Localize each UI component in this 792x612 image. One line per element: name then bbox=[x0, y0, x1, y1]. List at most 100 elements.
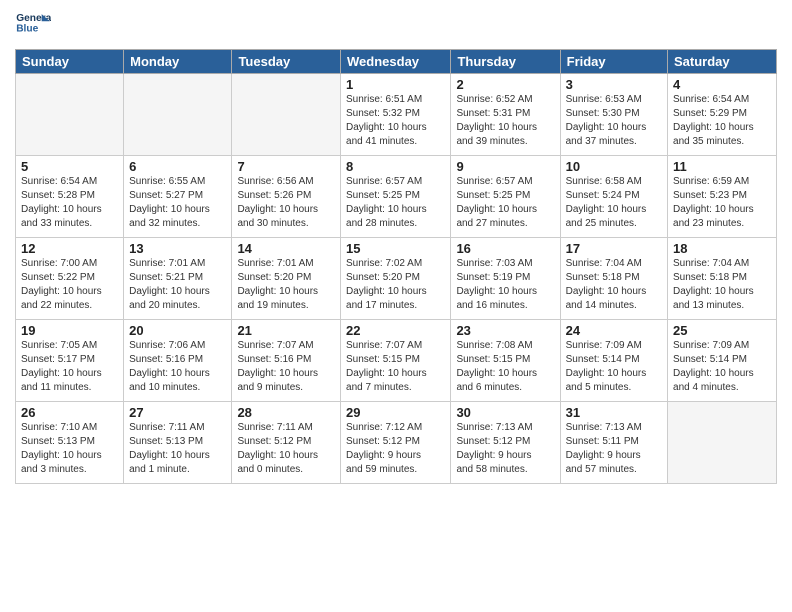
day-info: Sunrise: 7:07 AM Sunset: 5:15 PM Dayligh… bbox=[346, 339, 445, 395]
day-number: 29 bbox=[346, 405, 445, 420]
day-info: Sunrise: 6:57 AM Sunset: 5:25 PM Dayligh… bbox=[346, 175, 445, 231]
day-info: Sunrise: 7:07 AM Sunset: 5:16 PM Dayligh… bbox=[237, 339, 335, 395]
day-info: Sunrise: 6:54 AM Sunset: 5:28 PM Dayligh… bbox=[21, 175, 118, 231]
weekday-header-tuesday: Tuesday bbox=[232, 50, 341, 74]
day-info: Sunrise: 6:56 AM Sunset: 5:26 PM Dayligh… bbox=[237, 175, 335, 231]
week-row-1: 1Sunrise: 6:51 AM Sunset: 5:32 PM Daylig… bbox=[16, 74, 777, 156]
day-info: Sunrise: 6:55 AM Sunset: 5:27 PM Dayligh… bbox=[129, 175, 226, 231]
day-info: Sunrise: 6:59 AM Sunset: 5:23 PM Dayligh… bbox=[673, 175, 771, 231]
day-info: Sunrise: 7:13 AM Sunset: 5:11 PM Dayligh… bbox=[566, 421, 662, 477]
day-number: 3 bbox=[566, 77, 662, 92]
calendar-cell: 1Sunrise: 6:51 AM Sunset: 5:32 PM Daylig… bbox=[341, 74, 451, 156]
day-info: Sunrise: 7:08 AM Sunset: 5:15 PM Dayligh… bbox=[456, 339, 554, 395]
day-info: Sunrise: 6:51 AM Sunset: 5:32 PM Dayligh… bbox=[346, 93, 445, 149]
svg-text:Blue: Blue bbox=[16, 23, 38, 34]
calendar-cell: 25Sunrise: 7:09 AM Sunset: 5:14 PM Dayli… bbox=[668, 320, 777, 402]
day-info: Sunrise: 6:58 AM Sunset: 5:24 PM Dayligh… bbox=[566, 175, 662, 231]
day-number: 9 bbox=[456, 159, 554, 174]
day-info: Sunrise: 7:03 AM Sunset: 5:19 PM Dayligh… bbox=[456, 257, 554, 313]
day-number: 18 bbox=[673, 241, 771, 256]
day-info: Sunrise: 6:52 AM Sunset: 5:31 PM Dayligh… bbox=[456, 93, 554, 149]
logo-icon: General Blue bbox=[15, 10, 51, 38]
day-info: Sunrise: 7:10 AM Sunset: 5:13 PM Dayligh… bbox=[21, 421, 118, 477]
calendar-cell bbox=[668, 402, 777, 484]
calendar-cell: 7Sunrise: 6:56 AM Sunset: 5:26 PM Daylig… bbox=[232, 156, 341, 238]
calendar-cell: 5Sunrise: 6:54 AM Sunset: 5:28 PM Daylig… bbox=[16, 156, 124, 238]
day-number: 4 bbox=[673, 77, 771, 92]
calendar-cell: 19Sunrise: 7:05 AM Sunset: 5:17 PM Dayli… bbox=[16, 320, 124, 402]
day-number: 11 bbox=[673, 159, 771, 174]
calendar-cell: 8Sunrise: 6:57 AM Sunset: 5:25 PM Daylig… bbox=[341, 156, 451, 238]
day-number: 10 bbox=[566, 159, 662, 174]
day-number: 27 bbox=[129, 405, 226, 420]
day-info: Sunrise: 6:53 AM Sunset: 5:30 PM Dayligh… bbox=[566, 93, 662, 149]
calendar-cell: 9Sunrise: 6:57 AM Sunset: 5:25 PM Daylig… bbox=[451, 156, 560, 238]
calendar-cell bbox=[124, 74, 232, 156]
day-info: Sunrise: 7:04 AM Sunset: 5:18 PM Dayligh… bbox=[566, 257, 662, 313]
calendar-cell: 3Sunrise: 6:53 AM Sunset: 5:30 PM Daylig… bbox=[560, 74, 667, 156]
calendar-cell: 6Sunrise: 6:55 AM Sunset: 5:27 PM Daylig… bbox=[124, 156, 232, 238]
day-info: Sunrise: 7:06 AM Sunset: 5:16 PM Dayligh… bbox=[129, 339, 226, 395]
calendar-cell: 28Sunrise: 7:11 AM Sunset: 5:12 PM Dayli… bbox=[232, 402, 341, 484]
weekday-header-monday: Monday bbox=[124, 50, 232, 74]
calendar-table: SundayMondayTuesdayWednesdayThursdayFrid… bbox=[15, 49, 777, 484]
calendar-cell: 10Sunrise: 6:58 AM Sunset: 5:24 PM Dayli… bbox=[560, 156, 667, 238]
weekday-header-saturday: Saturday bbox=[668, 50, 777, 74]
day-info: Sunrise: 7:12 AM Sunset: 5:12 PM Dayligh… bbox=[346, 421, 445, 477]
day-number: 12 bbox=[21, 241, 118, 256]
day-number: 13 bbox=[129, 241, 226, 256]
day-number: 2 bbox=[456, 77, 554, 92]
calendar-cell: 16Sunrise: 7:03 AM Sunset: 5:19 PM Dayli… bbox=[451, 238, 560, 320]
logo-text: General Blue bbox=[15, 10, 51, 43]
day-number: 22 bbox=[346, 323, 445, 338]
weekday-header-wednesday: Wednesday bbox=[341, 50, 451, 74]
logo: General Blue bbox=[15, 10, 51, 43]
weekday-header-sunday: Sunday bbox=[16, 50, 124, 74]
day-number: 21 bbox=[237, 323, 335, 338]
day-number: 31 bbox=[566, 405, 662, 420]
day-number: 19 bbox=[21, 323, 118, 338]
calendar-cell: 14Sunrise: 7:01 AM Sunset: 5:20 PM Dayli… bbox=[232, 238, 341, 320]
day-number: 25 bbox=[673, 323, 771, 338]
day-number: 24 bbox=[566, 323, 662, 338]
header: General Blue bbox=[15, 10, 777, 43]
day-info: Sunrise: 7:11 AM Sunset: 5:13 PM Dayligh… bbox=[129, 421, 226, 477]
weekday-header-thursday: Thursday bbox=[451, 50, 560, 74]
day-number: 28 bbox=[237, 405, 335, 420]
calendar-cell bbox=[16, 74, 124, 156]
day-info: Sunrise: 7:09 AM Sunset: 5:14 PM Dayligh… bbox=[673, 339, 771, 395]
day-number: 8 bbox=[346, 159, 445, 174]
day-info: Sunrise: 7:01 AM Sunset: 5:20 PM Dayligh… bbox=[237, 257, 335, 313]
calendar-cell: 20Sunrise: 7:06 AM Sunset: 5:16 PM Dayli… bbox=[124, 320, 232, 402]
calendar-cell: 17Sunrise: 7:04 AM Sunset: 5:18 PM Dayli… bbox=[560, 238, 667, 320]
calendar-cell: 24Sunrise: 7:09 AM Sunset: 5:14 PM Dayli… bbox=[560, 320, 667, 402]
week-row-4: 19Sunrise: 7:05 AM Sunset: 5:17 PM Dayli… bbox=[16, 320, 777, 402]
day-number: 23 bbox=[456, 323, 554, 338]
calendar-cell: 11Sunrise: 6:59 AM Sunset: 5:23 PM Dayli… bbox=[668, 156, 777, 238]
calendar-cell: 22Sunrise: 7:07 AM Sunset: 5:15 PM Dayli… bbox=[341, 320, 451, 402]
day-number: 30 bbox=[456, 405, 554, 420]
day-number: 15 bbox=[346, 241, 445, 256]
day-info: Sunrise: 7:04 AM Sunset: 5:18 PM Dayligh… bbox=[673, 257, 771, 313]
weekday-header-row: SundayMondayTuesdayWednesdayThursdayFrid… bbox=[16, 50, 777, 74]
day-info: Sunrise: 7:11 AM Sunset: 5:12 PM Dayligh… bbox=[237, 421, 335, 477]
day-number: 16 bbox=[456, 241, 554, 256]
day-info: Sunrise: 7:13 AM Sunset: 5:12 PM Dayligh… bbox=[456, 421, 554, 477]
calendar-cell: 12Sunrise: 7:00 AM Sunset: 5:22 PM Dayli… bbox=[16, 238, 124, 320]
day-number: 17 bbox=[566, 241, 662, 256]
calendar-cell: 23Sunrise: 7:08 AM Sunset: 5:15 PM Dayli… bbox=[451, 320, 560, 402]
calendar-cell: 15Sunrise: 7:02 AM Sunset: 5:20 PM Dayli… bbox=[341, 238, 451, 320]
calendar-cell: 2Sunrise: 6:52 AM Sunset: 5:31 PM Daylig… bbox=[451, 74, 560, 156]
day-info: Sunrise: 7:00 AM Sunset: 5:22 PM Dayligh… bbox=[21, 257, 118, 313]
calendar-cell: 31Sunrise: 7:13 AM Sunset: 5:11 PM Dayli… bbox=[560, 402, 667, 484]
day-number: 14 bbox=[237, 241, 335, 256]
weekday-header-friday: Friday bbox=[560, 50, 667, 74]
day-number: 6 bbox=[129, 159, 226, 174]
calendar-cell: 18Sunrise: 7:04 AM Sunset: 5:18 PM Dayli… bbox=[668, 238, 777, 320]
day-info: Sunrise: 7:01 AM Sunset: 5:21 PM Dayligh… bbox=[129, 257, 226, 313]
day-number: 26 bbox=[21, 405, 118, 420]
calendar-cell: 21Sunrise: 7:07 AM Sunset: 5:16 PM Dayli… bbox=[232, 320, 341, 402]
calendar-cell: 4Sunrise: 6:54 AM Sunset: 5:29 PM Daylig… bbox=[668, 74, 777, 156]
day-number: 5 bbox=[21, 159, 118, 174]
page: General Blue SundayMondayTuesdayWednesda… bbox=[0, 0, 792, 612]
